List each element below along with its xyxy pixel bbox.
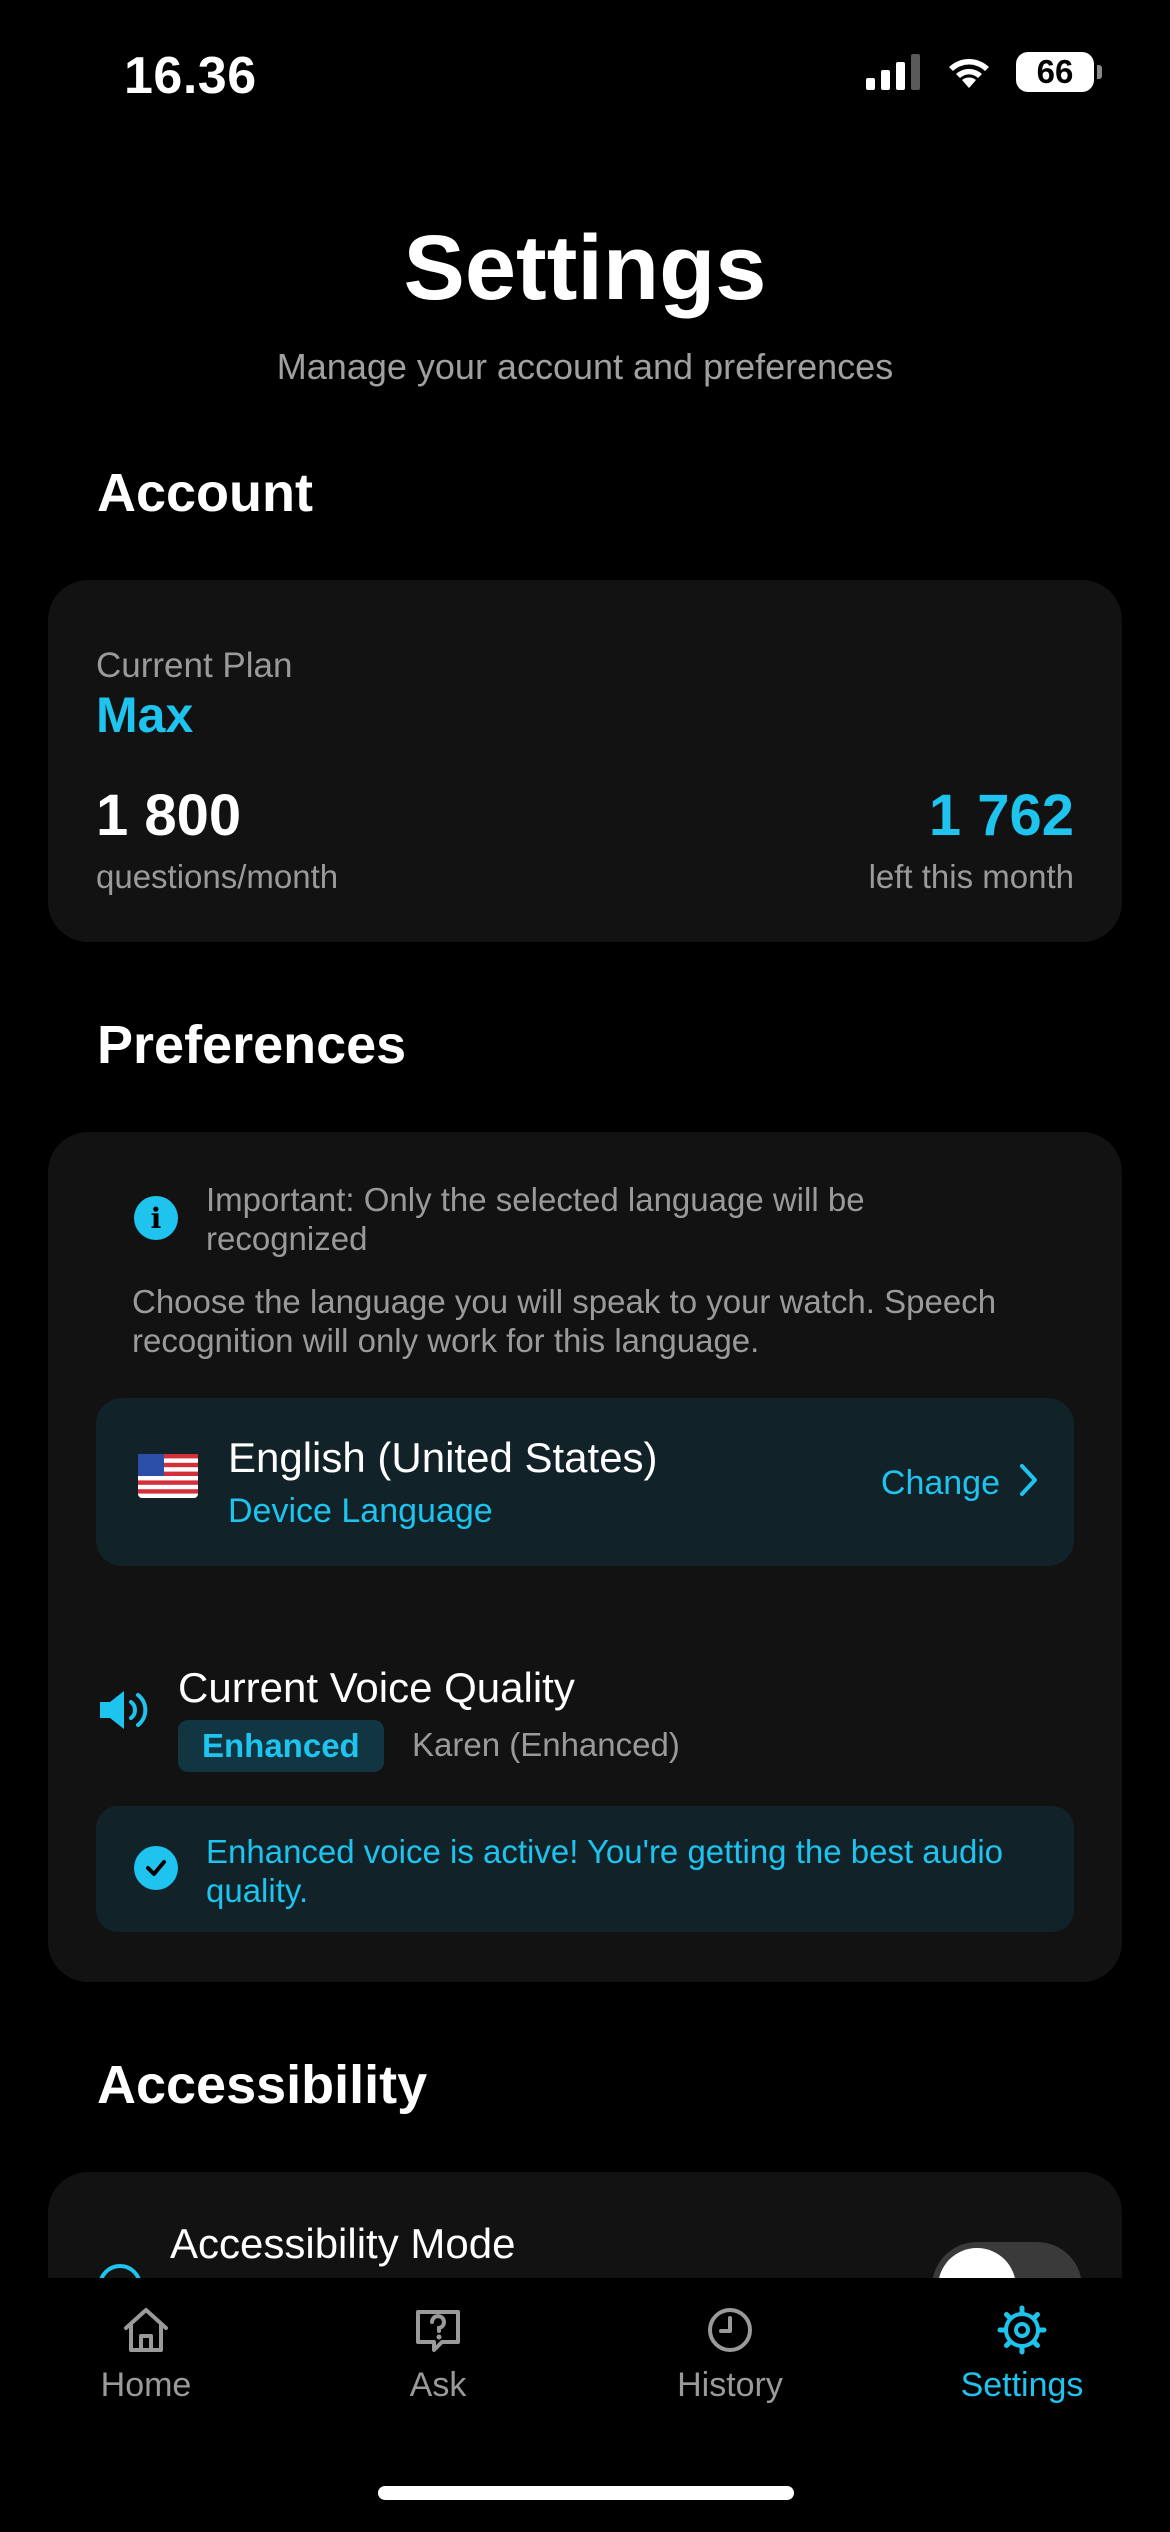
voice-status-message: Enhanced voice is active! You're getting… xyxy=(206,1833,1004,1909)
wifi-icon xyxy=(949,59,989,88)
home-indicator[interactable] xyxy=(378,2486,794,2500)
plan-name: Max xyxy=(96,687,194,743)
tab-history[interactable]: History xyxy=(630,2304,830,2405)
checkmark-icon xyxy=(134,1846,178,1890)
change-language-button[interactable]: Change xyxy=(881,1464,1000,1503)
battery-indicator: 66 xyxy=(1016,52,1102,92)
language-subtitle: Device Language xyxy=(228,1492,493,1530)
tab-settings-label: Settings xyxy=(960,2366,1084,2404)
preferences-section-title: Preferences xyxy=(97,1015,407,1075)
questions-label: questions/month xyxy=(96,858,339,895)
language-selector[interactable]: English (United States) Device Language … xyxy=(96,1398,1074,1566)
language-help-text: Choose the language you will speak to yo… xyxy=(132,1283,997,1359)
voice-quality-title: Current Voice Quality xyxy=(178,1664,575,1711)
question-bubble-icon xyxy=(416,2310,460,2352)
remaining-label: left this month xyxy=(868,858,1074,895)
chevron-right-icon xyxy=(1020,1464,1037,1496)
clock-icon xyxy=(708,2308,752,2352)
tab-settings[interactable]: Settings xyxy=(922,2304,1122,2405)
tab-home[interactable]: Home xyxy=(46,2304,246,2405)
important-note: Important: Only the selected language wi… xyxy=(206,1181,865,1257)
account-section-title: Account xyxy=(97,463,313,523)
speaker-icon xyxy=(100,1691,148,1729)
status-icons: 66 xyxy=(866,52,1102,92)
page-subtitle: Manage your account and preferences xyxy=(276,346,894,387)
voice-name: Karen (Enhanced) xyxy=(412,1726,680,1763)
page-title: Settings xyxy=(403,217,767,319)
preferences-card: i Important: Only the selected language … xyxy=(48,1132,1122,1982)
tab-ask-label: Ask xyxy=(409,2366,467,2404)
remaining-count: 1 762 xyxy=(928,783,1074,848)
accessibility-section-title: Accessibility xyxy=(97,2055,428,2115)
voice-status-banner: Enhanced voice is active! You're getting… xyxy=(96,1806,1074,1932)
home-icon xyxy=(124,2308,168,2352)
account-card: Current Plan Max 1 800 questions/month 1… xyxy=(48,580,1122,942)
tab-ask[interactable]: Ask xyxy=(338,2304,538,2405)
us-flag-icon xyxy=(138,1454,198,1498)
plan-label: Current Plan xyxy=(96,646,293,685)
language-name: English (United States) xyxy=(228,1434,658,1481)
status-time: 16.36 xyxy=(124,47,257,105)
tab-home-label: Home xyxy=(100,2366,192,2404)
signal-icon xyxy=(866,54,920,90)
accessibility-mode-label: Accessibility Mode xyxy=(170,2220,516,2267)
gear-icon xyxy=(997,2305,1047,2355)
voice-quality-badge: Enhanced xyxy=(178,1720,384,1772)
questions-count: 1 800 xyxy=(96,783,242,848)
tab-history-label: History xyxy=(677,2366,783,2404)
battery-level: 66 xyxy=(1036,53,1074,90)
info-icon: i xyxy=(134,1196,178,1240)
